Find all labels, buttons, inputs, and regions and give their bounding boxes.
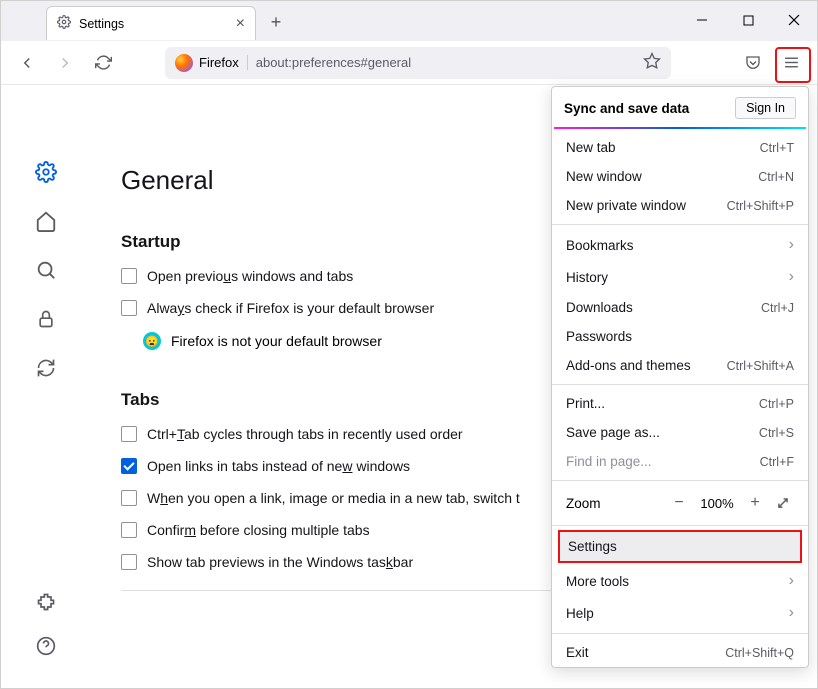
menu-new-tab[interactable]: New tabCtrl+T <box>552 133 808 162</box>
menu-save-page[interactable]: Save page as...Ctrl+S <box>552 418 808 447</box>
checkbox-label: Open previous windows and tabs <box>147 268 353 284</box>
info-icon: 😦 <box>143 332 161 350</box>
url-text: about:preferences#general <box>247 55 411 70</box>
chevron-right-icon: › <box>789 268 794 286</box>
chevron-right-icon: › <box>789 604 794 622</box>
checkbox-checked-icon <box>121 458 137 474</box>
menu-passwords[interactable]: Passwords <box>552 322 808 351</box>
bookmark-star-icon[interactable] <box>643 52 661 73</box>
tab-title: Settings <box>79 17 124 31</box>
zoom-label: Zoom <box>566 496 662 511</box>
checkbox-icon <box>121 554 137 570</box>
sidebar-sync-icon[interactable] <box>34 356 58 380</box>
site-identity: Firefox <box>175 54 239 72</box>
menu-exit[interactable]: ExitCtrl+Shift+Q <box>552 638 808 667</box>
menu-history[interactable]: History› <box>552 261 808 293</box>
menu-help[interactable]: Help› <box>552 597 808 629</box>
identity-label: Firefox <box>199 55 239 70</box>
menu-bookmarks[interactable]: Bookmarks› <box>552 229 808 261</box>
back-button[interactable] <box>11 47 43 79</box>
menu-downloads[interactable]: DownloadsCtrl+J <box>552 293 808 322</box>
close-window-button[interactable] <box>771 5 817 35</box>
sync-header: Sync and save data <box>564 101 689 116</box>
status-text: Firefox is not your default browser <box>171 333 382 349</box>
app-menu-popup: Sync and save data Sign In New tabCtrl+T… <box>551 86 809 668</box>
window-titlebar: Settings × + <box>1 1 817 41</box>
menu-find-in-page: Find in page...Ctrl+F <box>552 447 808 476</box>
checkbox-icon <box>121 268 137 284</box>
app-menu-button[interactable] <box>775 47 807 79</box>
checkbox-label: Ctrl+Tab cycles through tabs in recently… <box>147 426 463 442</box>
checkbox-label: Confirm before closing multiple tabs <box>147 522 370 538</box>
fullscreen-button[interactable] <box>772 492 794 514</box>
gear-icon <box>57 15 71 32</box>
forward-button[interactable] <box>49 47 81 79</box>
menu-print[interactable]: Print...Ctrl+P <box>552 389 808 418</box>
close-tab-button[interactable]: × <box>236 15 245 33</box>
checkbox-icon <box>121 522 137 538</box>
checkbox-label: When you open a link, image or media in … <box>147 490 520 506</box>
pocket-button[interactable] <box>737 47 769 79</box>
reload-button[interactable] <box>87 47 119 79</box>
menu-settings[interactable]: Settings <box>558 530 802 563</box>
sidebar-help-icon[interactable] <box>34 634 58 658</box>
zoom-value: 100% <box>696 496 738 511</box>
sidebar-home-icon[interactable] <box>34 209 58 233</box>
sidebar-privacy-icon[interactable] <box>34 307 58 331</box>
preferences-sidebar <box>1 85 91 688</box>
window-controls <box>679 5 817 35</box>
firefox-logo-icon <box>175 54 193 72</box>
sidebar-extensions-icon[interactable] <box>34 590 58 614</box>
navigation-toolbar: Firefox about:preferences#general <box>1 41 817 85</box>
checkbox-label: Show tab previews in the Windows taskbar <box>147 554 413 570</box>
checkbox-icon <box>121 426 137 442</box>
checkbox-icon <box>121 300 137 316</box>
sidebar-general-icon[interactable] <box>34 160 58 184</box>
checkbox-label: Always check if Firefox is your default … <box>147 300 434 316</box>
menu-more-tools[interactable]: More tools› <box>552 565 808 597</box>
zoom-out-button[interactable]: − <box>668 492 690 514</box>
checkbox-icon <box>121 490 137 506</box>
menu-new-window[interactable]: New windowCtrl+N <box>552 162 808 191</box>
chevron-right-icon: › <box>789 572 794 590</box>
browser-tab[interactable]: Settings × <box>46 6 256 40</box>
sign-in-button[interactable]: Sign In <box>735 97 796 119</box>
new-tab-button[interactable]: + <box>262 8 290 36</box>
minimize-button[interactable] <box>679 5 725 35</box>
zoom-in-button[interactable]: + <box>744 492 766 514</box>
menu-new-private-window[interactable]: New private windowCtrl+Shift+P <box>552 191 808 220</box>
menu-zoom-row: Zoom − 100% + <box>552 485 808 521</box>
address-bar[interactable]: Firefox about:preferences#general <box>165 47 671 79</box>
chevron-right-icon: › <box>789 236 794 254</box>
sidebar-search-icon[interactable] <box>34 258 58 282</box>
checkbox-label: Open links in tabs instead of new window… <box>147 458 410 474</box>
maximize-button[interactable] <box>725 5 771 35</box>
menu-addons[interactable]: Add-ons and themesCtrl+Shift+A <box>552 351 808 380</box>
gradient-divider <box>554 127 806 129</box>
